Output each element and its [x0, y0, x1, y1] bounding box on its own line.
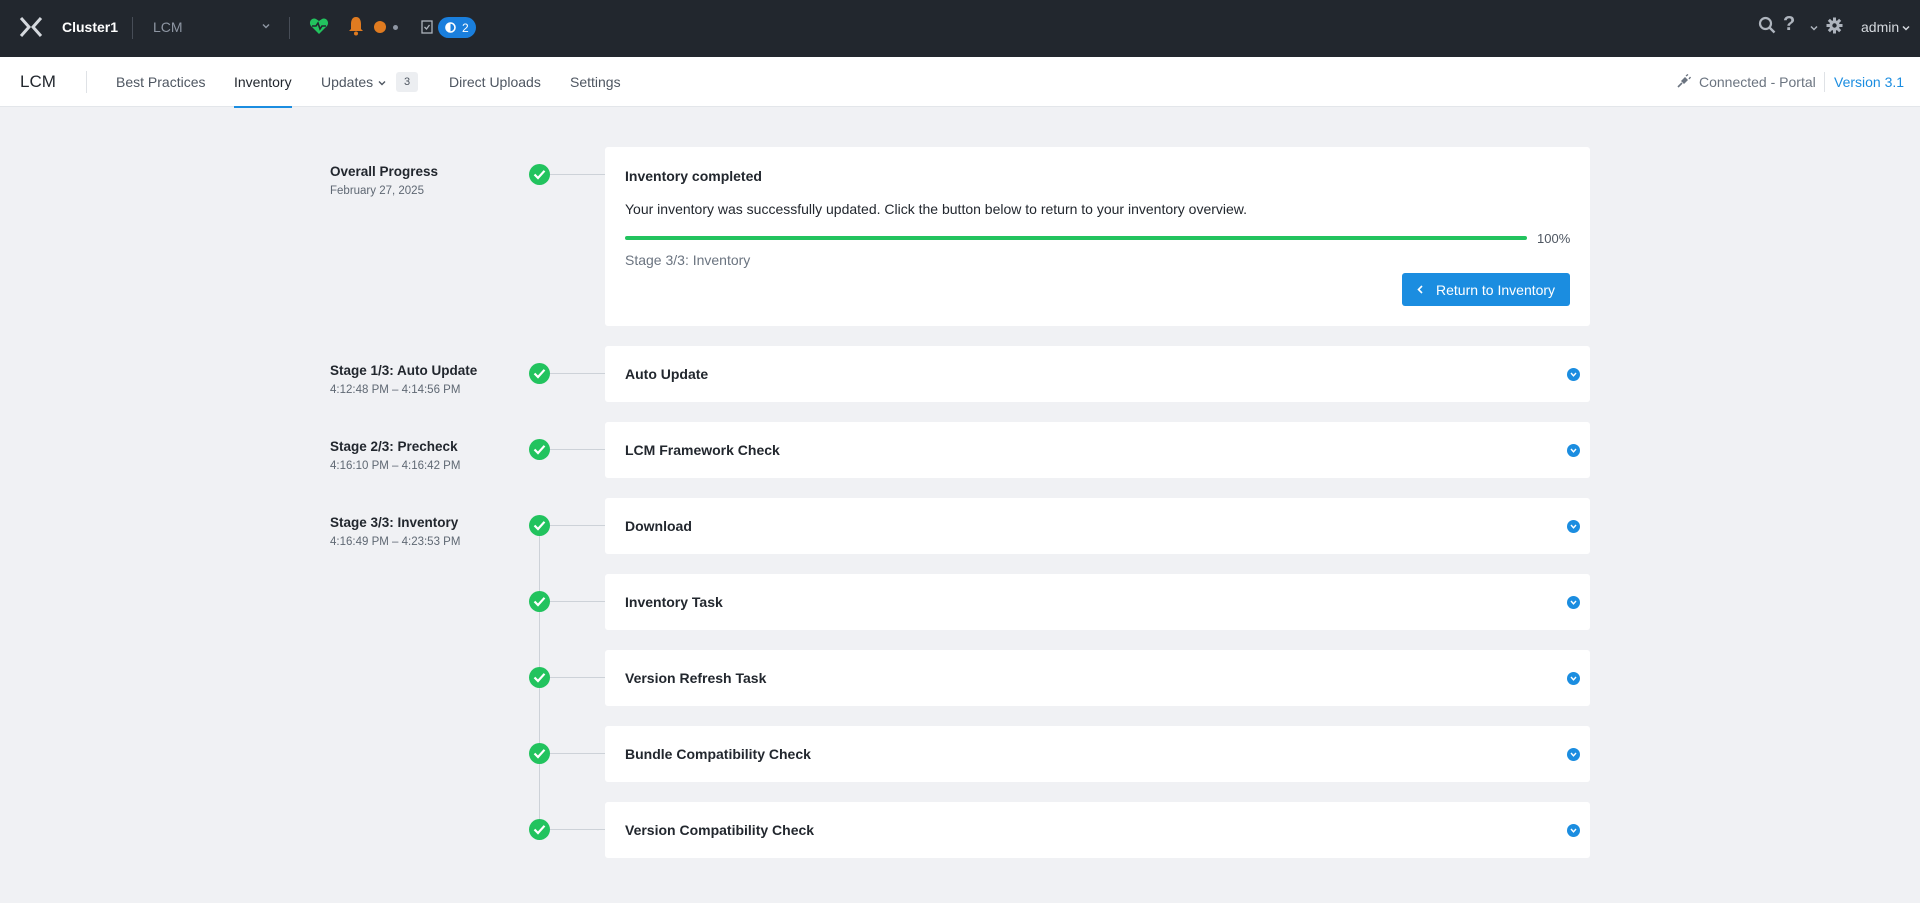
check-circle-icon	[529, 667, 550, 688]
timeline-connector	[550, 753, 605, 754]
app-selector[interactable]: LCM	[153, 19, 183, 35]
overall-progress-date: February 27, 2025	[330, 185, 424, 197]
check-circle-icon	[529, 363, 550, 384]
card-title: Inventory completed	[625, 168, 762, 184]
step-title: Inventory Task	[625, 594, 723, 610]
spinner-icon	[445, 22, 456, 33]
step-row[interactable]: Inventory Task	[605, 574, 1590, 630]
timeline-connector	[550, 449, 605, 450]
step-row[interactable]: Version Refresh Task	[605, 650, 1590, 706]
cluster-name[interactable]: Cluster1	[62, 19, 118, 35]
chevron-down-icon[interactable]	[1567, 444, 1580, 457]
chevron-down-icon[interactable]	[1567, 368, 1580, 381]
progress-bar-fill	[625, 236, 1527, 240]
stage-time: 4:16:10 PM – 4:16:42 PM	[330, 460, 461, 472]
step-row[interactable]: LCM Framework Check	[605, 422, 1590, 478]
check-circle-icon	[529, 743, 550, 764]
step-title: Auto Update	[625, 366, 709, 382]
check-circle-icon	[529, 515, 550, 536]
chevron-down-icon[interactable]	[1567, 824, 1580, 837]
check-circle-icon	[529, 819, 550, 840]
top-bar: Cluster1 LCM 2 ? admin	[0, 0, 1920, 57]
divider	[1824, 72, 1825, 92]
stage-label: Stage 1/3: Auto Update 4:12:48 PM – 4:14…	[330, 363, 477, 396]
plug-icon	[1677, 74, 1691, 88]
version-link[interactable]: Version 3.1	[1834, 74, 1904, 90]
bell-icon[interactable]	[348, 16, 364, 36]
step-row[interactable]: Auto Update	[605, 346, 1590, 402]
timeline-connector	[550, 373, 605, 374]
tasks-clipboard-icon[interactable]	[421, 19, 433, 34]
stage-title: Stage 1/3: Auto Update	[330, 363, 478, 378]
step-row[interactable]: Download	[605, 498, 1590, 554]
timeline-connector	[550, 829, 605, 830]
check-circle-icon	[529, 439, 550, 460]
progress-bar	[625, 236, 1527, 240]
tab-inventory[interactable]: Inventory	[234, 57, 292, 108]
alert-indicator[interactable]	[374, 21, 386, 33]
timeline-connector	[550, 677, 605, 678]
overall-progress-title: Overall Progress	[330, 164, 439, 179]
chevron-down-icon[interactable]	[1567, 748, 1580, 761]
check-circle-icon	[529, 591, 550, 612]
tab-best-practices[interactable]: Best Practices	[116, 57, 205, 107]
check-circle-icon	[529, 164, 550, 185]
connection-status[interactable]: Connected - Portal	[1699, 74, 1816, 90]
step-title: Bundle Compatibility Check	[625, 746, 811, 762]
stage-label: Stage 3/3: Inventory 4:16:49 PM – 4:23:5…	[330, 515, 460, 548]
divider	[86, 71, 87, 93]
chevron-down-icon[interactable]	[377, 78, 387, 88]
page-title: LCM	[20, 72, 56, 91]
search-icon[interactable]	[1758, 16, 1776, 34]
chevron-down-icon[interactable]	[1567, 520, 1580, 533]
progress-percent: 100%	[1537, 231, 1571, 246]
health-heart-icon[interactable]	[309, 16, 329, 36]
stage-time: 4:12:48 PM – 4:14:56 PM	[330, 384, 461, 396]
help-icon[interactable]: ?	[1783, 13, 1795, 36]
task-count: 2	[462, 21, 469, 35]
tab-direct-uploads[interactable]: Direct Uploads	[449, 57, 541, 107]
info-indicator[interactable]	[393, 25, 398, 30]
step-title: LCM Framework Check	[625, 442, 780, 458]
chevron-down-icon[interactable]	[1809, 23, 1819, 33]
return-to-inventory-button[interactable]: Return to Inventory	[1402, 273, 1570, 306]
stage-title: Stage 3/3: Inventory	[330, 515, 459, 530]
chevron-down-icon[interactable]	[1567, 596, 1580, 609]
step-title: Download	[625, 518, 692, 534]
gear-icon[interactable]	[1826, 17, 1843, 34]
user-menu[interactable]: admin	[1861, 19, 1899, 35]
step-row[interactable]: Bundle Compatibility Check	[605, 726, 1590, 782]
timeline-connector	[550, 601, 605, 602]
divider	[289, 17, 290, 39]
overall-progress-label: Overall Progress February 27, 2025	[330, 164, 438, 197]
step-title: Version Refresh Task	[625, 670, 767, 686]
timeline-connector	[550, 525, 605, 526]
running-tasks-badge[interactable]: 2	[438, 17, 476, 38]
stage-label: Stage 2/3: Precheck 4:16:10 PM – 4:16:42…	[330, 439, 460, 472]
current-stage: Stage 3/3: Inventory	[625, 252, 751, 268]
divider	[132, 17, 133, 39]
timeline-connector	[550, 174, 605, 175]
stage-title: Stage 2/3: Precheck	[330, 439, 458, 454]
tab-settings[interactable]: Settings	[570, 57, 621, 107]
step-title: Version Compatibility Check	[625, 822, 815, 838]
inventory-completed-card: Inventory completed Your inventory was s…	[605, 147, 1590, 326]
product-logo-icon[interactable]	[19, 17, 43, 37]
chevron-left-icon	[1417, 285, 1423, 294]
button-label: Return to Inventory	[1436, 282, 1556, 298]
chevron-down-icon[interactable]	[1567, 672, 1580, 685]
tab-updates[interactable]: Updates	[321, 57, 373, 107]
chevron-down-icon[interactable]	[1901, 23, 1911, 33]
step-row[interactable]: Version Compatibility Check	[605, 802, 1590, 858]
lcm-nav-bar: LCM Best Practices Inventory Updates 3 D…	[0, 57, 1920, 108]
completion-message: Your inventory was successfully updated.…	[625, 201, 1248, 217]
updates-count-badge: 3	[396, 72, 418, 92]
chevron-down-icon[interactable]	[260, 20, 272, 32]
stage-time: 4:16:49 PM – 4:23:53 PM	[330, 536, 461, 548]
